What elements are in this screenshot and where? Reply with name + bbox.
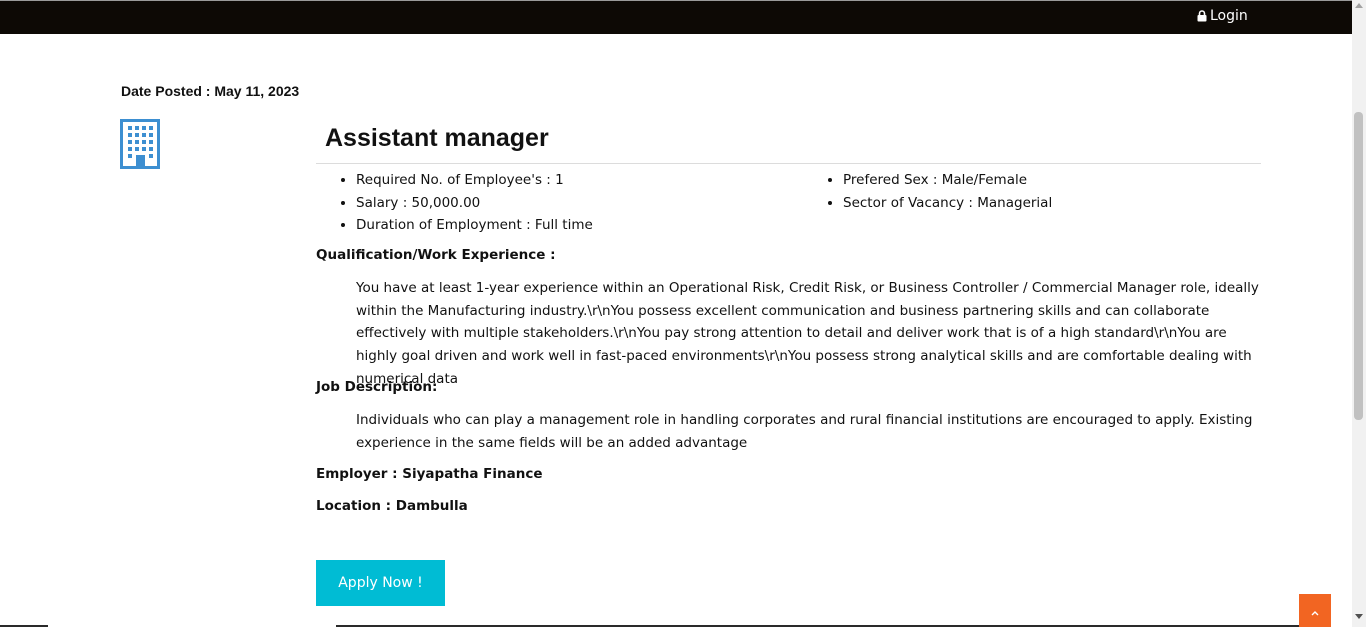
scroll-down-arrow-icon[interactable] — [1355, 614, 1363, 619]
back-to-top-button[interactable] — [1299, 594, 1331, 627]
chevron-up-icon — [1311, 601, 1319, 620]
employer: Employer : Siyapatha Finance — [316, 466, 543, 482]
job-details-right: Prefered Sex : Male/Female Sector of Vac… — [822, 169, 1052, 214]
location: Location : Dambulla — [316, 498, 468, 514]
scrollbar-thumb[interactable] — [1354, 112, 1363, 420]
list-item: Salary : 50,000.00 — [356, 192, 593, 215]
job-description-text: Individuals who can play a management ro… — [356, 412, 1253, 451]
top-navbar: Login — [0, 0, 1352, 34]
job-description-label: Job Description: — [316, 379, 438, 395]
job-details-left: Required No. of Employee's : 1 Salary : … — [335, 169, 593, 237]
date-posted: Date Posted : May 11, 2023 — [121, 83, 300, 99]
list-item: Sector of Vacancy : Managerial — [843, 192, 1052, 215]
vertical-scrollbar[interactable] — [1352, 0, 1366, 627]
list-item: Required No. of Employee's : 1 — [356, 169, 593, 192]
scroll-up-arrow-icon[interactable] — [1355, 3, 1363, 8]
list-item: Duration of Employment : Full time — [356, 214, 593, 237]
qualification-text: You have at least 1-year experience with… — [356, 280, 1259, 387]
title-divider — [316, 163, 1261, 164]
login-label[interactable]: Login — [1210, 8, 1248, 24]
building-icon — [120, 119, 160, 173]
qualification-label: Qualification/Work Experience : — [316, 247, 556, 263]
list-item: Prefered Sex : Male/Female — [843, 169, 1052, 192]
apply-now-button[interactable]: Apply Now ! — [316, 560, 445, 606]
lock-icon — [1197, 10, 1207, 22]
login-link[interactable]: Login — [1197, 8, 1248, 24]
job-title: Assistant manager — [325, 124, 549, 152]
